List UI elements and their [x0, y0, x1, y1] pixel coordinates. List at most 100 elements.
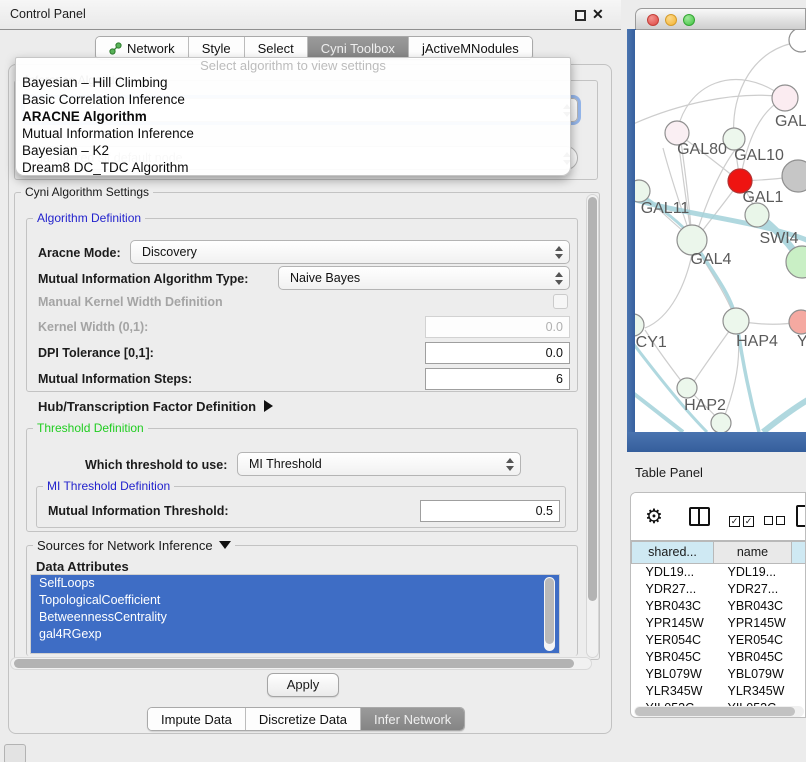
- float-window-icon[interactable]: [575, 10, 586, 21]
- table-row: YLR345WYLR345W9.: [632, 682, 806, 699]
- table-row: YBL079WYBL079W: [632, 665, 806, 682]
- table-row: YPR145WYPR145W9.: [632, 614, 806, 631]
- mi-threshold-label: Mutual Information Threshold:: [48, 504, 229, 518]
- node[interactable]: [789, 30, 806, 52]
- network-icon: [109, 42, 122, 55]
- new-table-icon[interactable]: [796, 505, 806, 527]
- table-horizontal-scrollbar[interactable]: [634, 706, 804, 717]
- dropdown-item[interactable]: Bayesian – Hill Climbing: [16, 74, 570, 91]
- tab-network-label: Network: [127, 41, 175, 56]
- node-salmon[interactable]: [789, 310, 806, 334]
- panel-grip[interactable]: [4, 744, 26, 762]
- node-label: GAL: [775, 113, 806, 130]
- node-label: GAL10: [734, 147, 784, 164]
- dropdown-item[interactable]: Dream8 DC_TDC Algorithm: [16, 159, 570, 176]
- control-panel-titlebar: Control Panel: [0, 0, 621, 30]
- dropdown-item-aracne[interactable]: ARACNE Algorithm: [16, 108, 570, 125]
- node-label: HAP4: [736, 333, 778, 350]
- mi-threshold-field[interactable]: 0.5: [420, 500, 560, 522]
- tab-discretize-data[interactable]: Discretize Data: [245, 708, 360, 730]
- tab-style[interactable]: Style: [188, 37, 244, 59]
- sources-collapse-header[interactable]: Sources for Network Inference: [33, 538, 235, 553]
- list-item[interactable]: [31, 643, 559, 654]
- deselect-all-checkboxes-icon[interactable]: [764, 512, 788, 530]
- table-row: YBR043CYBR043C: [632, 597, 806, 614]
- dropdown-item[interactable]: Bayesian – K2: [16, 142, 570, 159]
- list-item[interactable]: SelfLoops: [31, 575, 559, 592]
- combo-stepper-icon: [505, 457, 513, 472]
- zoom-traffic-light[interactable]: [683, 14, 695, 26]
- tab-select[interactable]: Select: [244, 37, 307, 59]
- column-header-name[interactable]: name: [714, 541, 792, 563]
- node-green-large[interactable]: [786, 246, 806, 278]
- close-icon[interactable]: [592, 6, 608, 22]
- columns-icon[interactable]: [689, 507, 710, 526]
- which-threshold-combo[interactable]: MI Threshold: [237, 452, 521, 476]
- list-item[interactable]: TopologicalCoefficient: [31, 592, 559, 609]
- list-item[interactable]: gal4RGexp: [31, 626, 559, 643]
- dropdown-item[interactable]: Basic Correlation Inference: [16, 91, 570, 108]
- apply-button[interactable]: Apply: [267, 673, 339, 697]
- data-attributes-label: Data Attributes: [36, 559, 129, 574]
- app-root: Control Panel Network Style Select Cyni …: [0, 0, 806, 762]
- dpi-tolerance-label: DPI Tolerance [0,1]:: [38, 346, 154, 360]
- node-gcy1[interactable]: [635, 314, 644, 336]
- mi-type-combo[interactable]: Naive Bayes: [278, 266, 570, 290]
- data-attributes-list: SelfLoops TopologicalCoefficient Between…: [30, 574, 560, 654]
- threshold-definition-title: Threshold Definition: [33, 421, 148, 435]
- combo-stepper-icon: [554, 245, 562, 260]
- tab-jactivemnodules[interactable]: jActiveMNodules: [408, 37, 532, 59]
- select-all-checkboxes-icon[interactable]: [729, 511, 757, 529]
- tab-infer-network[interactable]: Infer Network: [360, 708, 464, 730]
- node-label: GCY1: [635, 334, 667, 351]
- collapse-down-icon: [219, 541, 231, 549]
- node-label: SWI4: [759, 230, 798, 247]
- node-gal-partial[interactable]: [772, 85, 798, 111]
- mi-steps-field[interactable]: 6: [425, 368, 570, 390]
- aracne-mode-combo[interactable]: Discovery: [130, 240, 570, 264]
- which-threshold-label: Which threshold to use:: [85, 458, 227, 472]
- node-swi4[interactable]: [745, 203, 769, 227]
- minimize-traffic-light[interactable]: [665, 14, 677, 26]
- node-label: GAL11: [641, 200, 690, 217]
- table-toolbar: [631, 493, 805, 540]
- network-canvas[interactable]: GAL GAL80 GAL10 GAL1 GAL11 SWI4 GAL4 GCY…: [635, 30, 806, 432]
- network-node-labels: GAL GAL80 GAL10 GAL1 GAL11 SWI4 GAL4 GCY…: [635, 113, 806, 414]
- tab-impute-data[interactable]: Impute Data: [148, 708, 245, 730]
- manual-kernel-checkbox[interactable]: [553, 294, 568, 309]
- network-window-titlebar[interactable]: [635, 8, 806, 30]
- scrollbar-thumb[interactable]: [14, 659, 574, 668]
- node-label: HAP2: [684, 397, 726, 414]
- combo-stepper-icon: [554, 271, 562, 286]
- hub-definition-expander[interactable]: Hub/Transcription Factor Definition: [38, 399, 273, 414]
- settings-horizontal-scrollbar[interactable]: [10, 657, 592, 670]
- node-label: GAL80: [677, 141, 727, 158]
- scrollbar-thumb[interactable]: [545, 578, 554, 644]
- list-vertical-scrollbar[interactable]: [544, 577, 555, 651]
- node-hap2[interactable]: [677, 378, 697, 398]
- close-traffic-light[interactable]: [647, 14, 659, 26]
- column-header[interactable]: [792, 541, 806, 563]
- network-view-frame: [627, 432, 806, 452]
- node-table: shared... name YDL19...YDL19...13 YDR27.…: [631, 540, 806, 716]
- node-gray[interactable]: [782, 160, 806, 192]
- settings-vertical-scrollbar[interactable]: [586, 194, 599, 658]
- list-item[interactable]: BetweennessCentrality: [31, 609, 559, 626]
- scrollbar-thumb[interactable]: [588, 197, 597, 601]
- scrollbar-thumb[interactable]: [635, 707, 795, 716]
- manual-kernel-label: Manual Kernel Width Definition: [38, 295, 223, 309]
- node-label: GAL4: [691, 251, 732, 268]
- column-header-shared[interactable]: shared...: [632, 541, 714, 563]
- tab-cyni-toolbox[interactable]: Cyni Toolbox: [307, 37, 408, 59]
- expander-right-icon: [264, 400, 273, 412]
- algorithm-dropdown-popup: Select algorithm to view settings Bayesi…: [15, 57, 571, 176]
- algorithm-definition-title: Algorithm Definition: [33, 211, 145, 225]
- table-panel: shared... name YDL19...YDL19...13 YDR27.…: [630, 492, 806, 718]
- kernel-width-field[interactable]: 0.0: [425, 316, 570, 338]
- node-hap4[interactable]: [723, 308, 749, 334]
- tab-network[interactable]: Network: [96, 37, 188, 59]
- node[interactable]: [711, 413, 731, 432]
- settings-gear-icon[interactable]: [645, 504, 663, 529]
- dropdown-item[interactable]: Mutual Information Inference: [16, 125, 570, 142]
- dpi-tolerance-field[interactable]: 0.0: [425, 342, 570, 364]
